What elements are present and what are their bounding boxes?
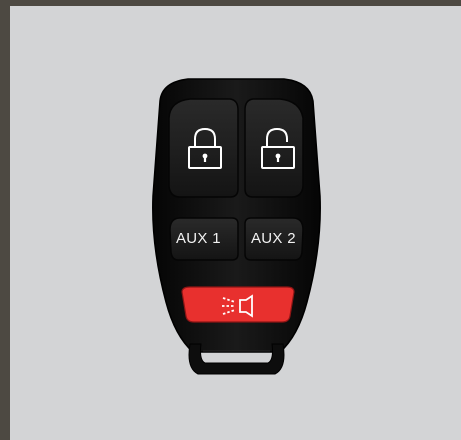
key-fob <box>152 78 321 375</box>
aux1-label: AUX 1 <box>176 230 221 247</box>
unlock-button[interactable] <box>244 98 304 198</box>
lock-button[interactable] <box>168 98 239 198</box>
display-panel: AUX 1 AUX 2 <box>10 6 461 440</box>
panic-button[interactable] <box>181 286 295 323</box>
aux2-label: AUX 2 <box>251 230 296 247</box>
